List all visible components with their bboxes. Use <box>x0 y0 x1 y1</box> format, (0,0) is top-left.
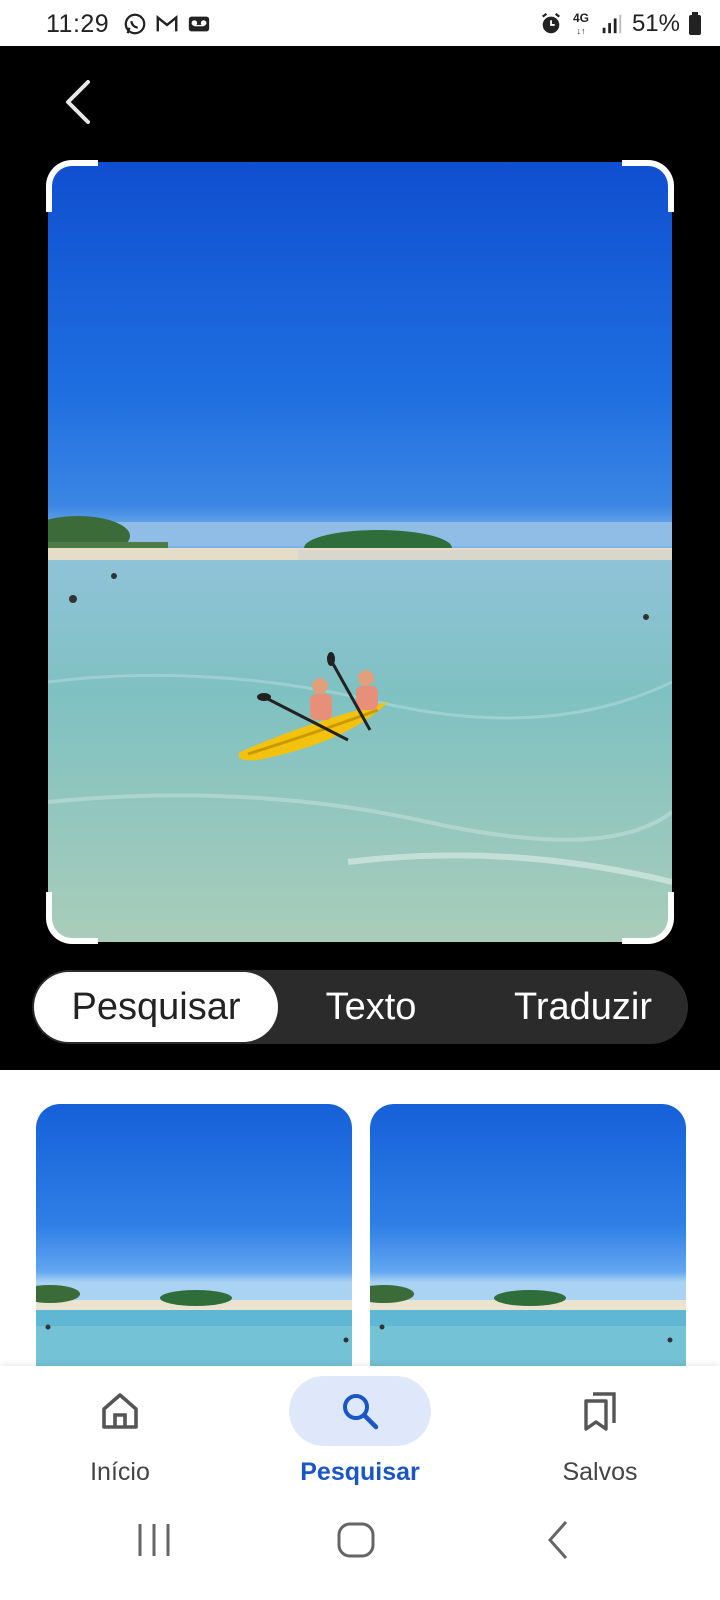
tab-texto[interactable]: Texto <box>294 970 448 1044</box>
result-card[interactable] <box>36 1104 352 1374</box>
nav-item-salvos[interactable]: Salvos <box>500 1366 700 1496</box>
whatsapp-icon <box>124 13 146 35</box>
nav-icon-container <box>49 1376 191 1446</box>
chevron-left-icon <box>66 80 90 124</box>
bookmarks-icon <box>584 1392 616 1431</box>
recents-button[interactable] <box>124 1516 184 1566</box>
network-type: 4G ↓↑ <box>572 10 589 36</box>
nav-item-pesquisar[interactable]: Pesquisar <box>260 1366 460 1496</box>
alarm-icon <box>541 12 560 34</box>
nav-icon-container <box>289 1376 431 1446</box>
back-button[interactable] <box>54 76 102 128</box>
battery-percent: 51% <box>631 10 680 37</box>
notification-icons <box>122 12 212 36</box>
signal-icon <box>602 14 622 34</box>
crop-handle-bottom-left[interactable] <box>46 892 98 944</box>
gmail-icon <box>156 15 178 32</box>
visual-results <box>0 1070 720 1374</box>
recents-icon <box>138 1524 170 1556</box>
nav-icon-container <box>529 1376 671 1446</box>
mode-tabs: Pesquisar Texto Traduzir <box>32 970 688 1044</box>
result-card[interactable] <box>370 1104 686 1374</box>
selected-image-region[interactable] <box>46 160 674 944</box>
voicemail-icon <box>188 16 210 32</box>
nav-label-inicio: Início <box>90 1458 150 1486</box>
status-bar: 11:29 4G ↓↑ 51% <box>0 0 720 46</box>
result-thumbnail <box>370 1285 686 1374</box>
battery-icon <box>689 12 701 35</box>
nav-label-salvos: Salvos <box>562 1458 638 1486</box>
beach-kayak-illustration <box>48 516 672 942</box>
tab-pesquisar[interactable]: Pesquisar <box>34 972 278 1042</box>
selected-photo <box>48 162 672 942</box>
lens-viewer: Pesquisar Texto Traduzir <box>0 46 720 1070</box>
network-label: 4G <box>572 10 589 25</box>
status-time: 11:29 <box>46 10 110 38</box>
back-chevron-icon <box>547 1521 568 1559</box>
crop-handle-top-left[interactable] <box>46 160 98 212</box>
tab-traduzir[interactable]: Traduzir <box>478 970 688 1044</box>
home-circle-icon <box>337 1522 375 1558</box>
home-icon <box>102 1393 138 1429</box>
home-button[interactable] <box>326 1516 386 1566</box>
crop-handle-bottom-right[interactable] <box>622 892 674 944</box>
nav-label-pesquisar: Pesquisar <box>300 1458 420 1486</box>
bottom-navigation: Início Pesquisar Salvos <box>0 1366 720 1496</box>
crop-handle-top-right[interactable] <box>622 160 674 212</box>
status-right-group: 4G ↓↑ 51% <box>538 10 702 38</box>
search-icon <box>343 1394 379 1430</box>
system-back-button[interactable] <box>530 1516 590 1566</box>
system-navigation-bar <box>0 1496 720 1600</box>
nav-item-inicio[interactable]: Início <box>20 1366 220 1496</box>
result-thumbnail <box>36 1285 352 1374</box>
